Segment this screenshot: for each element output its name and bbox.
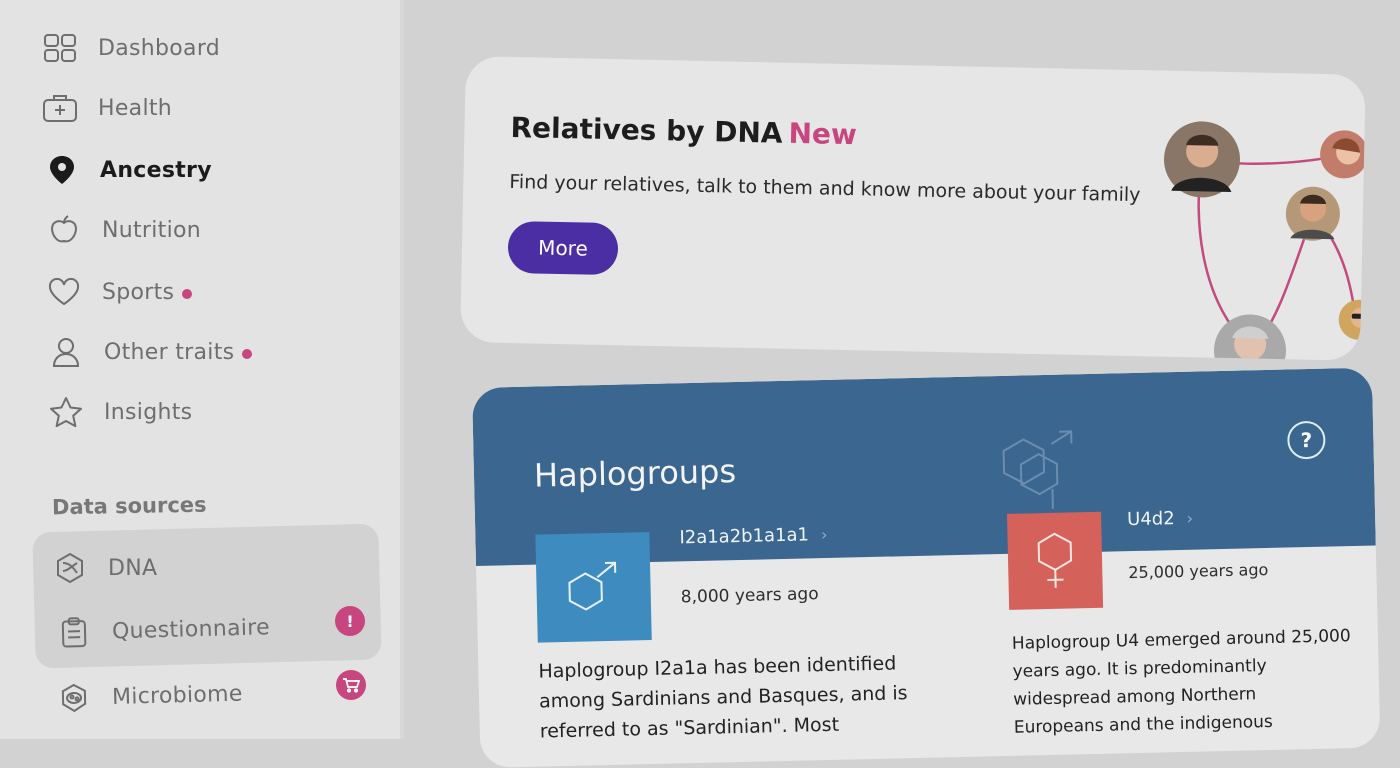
relatives-network-graphic: [1163, 121, 1366, 361]
data-source-label: Microbiome: [111, 681, 244, 710]
paternal-haplogroup-tile[interactable]: [535, 532, 652, 643]
female-symbol-icon: [1037, 532, 1073, 588]
nav-label: Ancestry: [100, 157, 212, 183]
nav-label: Other traits: [104, 339, 235, 365]
paternal-haplogroup-age: 8,000 years ago: [680, 584, 819, 608]
new-tag: New: [788, 116, 858, 152]
data-source-label: Questionnaire: [111, 614, 271, 644]
data-source-label: DNA: [108, 555, 158, 581]
star-icon: [48, 394, 84, 430]
maternal-haplogroup-name: U4d2: [1126, 508, 1175, 531]
sidebar: Dashboard Health Ancestry Nutrition Spor…: [0, 0, 404, 739]
nav-item-sports[interactable]: Sports: [46, 272, 193, 312]
nav-item-nutrition[interactable]: Nutrition: [46, 210, 201, 250]
alert-badge: !: [335, 606, 365, 636]
clipboard-icon: [56, 614, 93, 651]
paternal-haplogroup-name: I2a1a2b1a1a1: [679, 524, 810, 549]
notification-dot: [242, 349, 253, 359]
cart-badge[interactable]: [336, 670, 366, 700]
data-sources-heading: Data sources: [51, 492, 207, 520]
chevron-right-icon: ›: [820, 524, 828, 545]
map-pin-icon: [44, 152, 80, 188]
avatar[interactable]: [1285, 186, 1340, 241]
maternal-haplogroup-tile[interactable]: [1006, 511, 1104, 610]
dna-icon: [52, 550, 88, 586]
relatives-title-text: Relatives by DNA: [510, 110, 783, 150]
cart-icon: [343, 678, 360, 693]
male-symbol-icon: [568, 561, 617, 611]
maternal-haplogroup-age: 25,000 years ago: [1128, 559, 1269, 583]
haplogroups-title: Haplogroups: [533, 452, 737, 495]
nav-label: Dashboard: [98, 35, 221, 61]
haplogroups-card: Haplogroups ? I2a1a2b1a1a1 › 8,000 years …: [472, 367, 1381, 768]
avatar[interactable]: [1163, 121, 1241, 199]
apple-icon: [46, 212, 82, 248]
microbiome-icon: [56, 680, 93, 717]
relatives-subtitle: Find your relatives, talk to them and kn…: [509, 170, 1141, 207]
dashboard-icon: [42, 30, 78, 66]
more-button[interactable]: More: [507, 220, 619, 276]
heart-icon: [46, 274, 82, 310]
first-aid-kit-icon: [42, 90, 78, 126]
nav-item-dashboard[interactable]: Dashboard: [42, 28, 220, 68]
haplogroups-decoration-icon: [1002, 430, 1073, 511]
nav-label: Insights: [104, 399, 193, 425]
paternal-haplogroup-description: Haplogroup I2a1a has been identified amo…: [538, 647, 960, 747]
avatar[interactable]: [1338, 299, 1366, 340]
data-source-microbiome[interactable]: Microbiome: [56, 674, 244, 719]
relatives-card: Relatives by DNA New Find your relatives,…: [460, 56, 1366, 361]
relatives-title: Relatives by DNA New: [510, 111, 857, 151]
paternal-haplogroup-link[interactable]: I2a1a2b1a1a1 ›: [679, 524, 827, 548]
nav-label: Sports: [102, 279, 175, 305]
nav-label: Nutrition: [102, 217, 202, 243]
notification-dot: [182, 289, 193, 299]
nav-label: Health: [98, 95, 173, 121]
avatar[interactable]: [1213, 314, 1287, 361]
avatar[interactable]: [1320, 130, 1366, 179]
data-source-dna[interactable]: DNA: [52, 548, 157, 588]
nav-item-insights[interactable]: Insights: [48, 392, 192, 432]
nav-item-ancestry[interactable]: Ancestry: [44, 150, 212, 190]
person-icon: [48, 334, 84, 370]
maternal-haplogroup-link[interactable]: U4d2 ›: [1127, 508, 1193, 530]
data-source-questionnaire[interactable]: Questionnaire: [56, 607, 271, 653]
chevron-right-icon: ›: [1186, 508, 1194, 528]
maternal-haplogroup-description: Haplogroup U4 emerged around 25,000 year…: [1012, 622, 1354, 742]
nav-item-other-traits[interactable]: Other traits: [48, 332, 253, 372]
nav-item-health[interactable]: Health: [42, 88, 172, 128]
